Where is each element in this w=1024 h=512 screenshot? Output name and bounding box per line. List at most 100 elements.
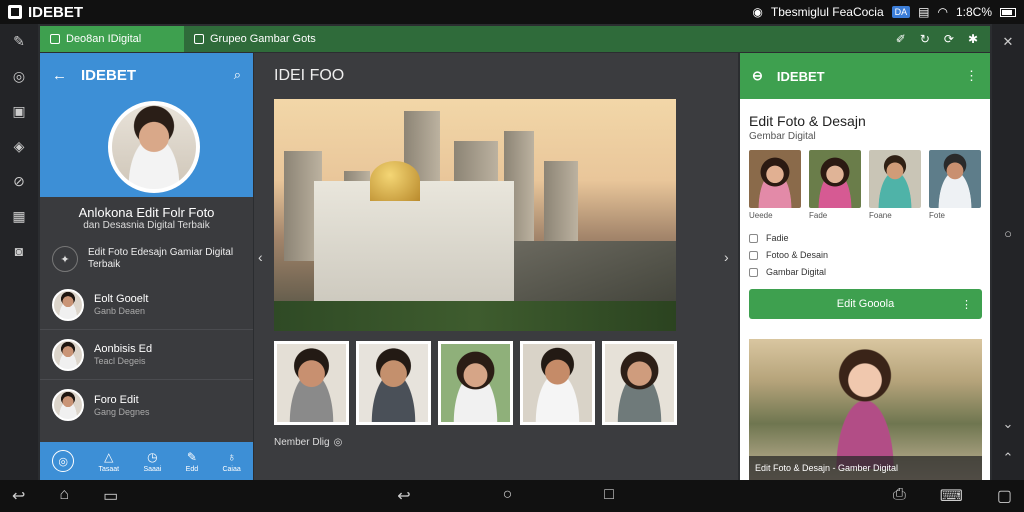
contact-name: Eolt Gooelt [94,293,149,305]
design-toolbar: ⊖ IDEBET ⋮ [740,53,990,99]
tools-icon[interactable]: ✎ [10,32,28,50]
nav-home[interactable]: ◎ [52,450,75,472]
prev-arrow-icon[interactable]: ‹ [258,249,263,265]
checkbox-icon [749,251,758,260]
back-icon[interactable]: ↩ [397,486,410,506]
pen-icon[interactable]: ✐ [896,32,906,46]
editor-title: IDEI FOO [274,67,345,84]
bell-icon: ♁ [227,449,237,464]
grid-item[interactable]: Ueede [749,150,801,220]
info-icon[interactable]: ◎ [334,437,343,448]
tab-actions: ✐ ↻ ⟳ ✱ [896,32,990,46]
profile-app-title: IDEBET [81,66,137,84]
nav-saaai[interactable]: ◷ Saaai [143,450,161,473]
grid-item[interactable]: Foane [869,150,921,220]
battery-icon [1000,7,1016,17]
close-icon[interactable]: ✕ [1003,34,1014,50]
list-item[interactable]: Gambar Digital [749,264,990,281]
recents-icon[interactable]: ▭ [103,486,118,506]
featured-photo[interactable]: Edit Foto & Desajn - Gamber Digital [749,339,982,480]
system-nav-bar: ↩ ⌂ ▭ ↩ ○ □ ⎙ ⌨ ▢ [0,480,1024,512]
print-icon[interactable]: ⎙ [893,486,906,506]
sparkle-icon: ✦ [52,246,78,272]
back-icon[interactable]: ↩ [12,486,25,506]
tab-digital[interactable]: Deo8an IDigital [40,26,184,52]
profile-header: ← IDEBET ⌕ [40,53,253,197]
search-icon[interactable]: ⌕ [234,67,241,83]
option-label: Gambar Digital [766,267,827,277]
keyboard-icon[interactable]: ⌨ [940,486,963,506]
thumbnail[interactable] [438,341,513,425]
triangle-icon: △ [104,449,114,464]
camera-icon[interactable]: ◙ [10,242,28,260]
thumbnail-caption: Nember Dlig ◎ [274,437,342,448]
grid-caption: Fade [809,211,828,220]
nav-label: Edd [185,465,199,473]
home-icon[interactable]: ⌂ [59,486,69,506]
contact-avatar [52,338,84,371]
refresh-icon[interactable]: ↻ [920,32,930,46]
tab-square-icon [194,34,204,44]
next-arrow-icon[interactable]: › [724,249,729,265]
nav-label: Tasaat [98,465,120,473]
design-subtitle: Gembar Digital [749,131,816,142]
contact-avatar [52,389,84,421]
nav-tasaat[interactable]: △ Tasaat [98,450,119,473]
contact-name: Foro Edit [94,393,139,406]
thumbnail[interactable] [520,341,595,425]
clock-icon: ◷ [147,449,158,464]
compass-icon[interactable]: ◎ [10,67,28,85]
list-item[interactable]: Eolt Gooelt Ganb Deaen [40,280,253,330]
tab-bar: Deo8an IDigital Grupeo Gambar Gots ✐ ↻ ⟳… [40,26,990,52]
grid-caption: Foane [869,211,892,220]
more-icon[interactable]: ⋮ [961,298,972,311]
more-icon[interactable]: ⋮ [965,68,978,84]
option-label: Fadie [766,233,789,243]
chevron-down-icon[interactable]: ⌄ [1003,416,1014,432]
layers-icon[interactable]: ◈ [10,137,28,155]
tab-label: Deo8an IDigital [66,33,142,45]
nav-edd[interactable]: ✎ Edd [186,450,198,473]
nav-caiaa[interactable]: ♁ Caiaa [222,450,240,473]
status-indicators: ◉ Tbesmiglul FeaCocia DA ▤ ◠ 1:8C% [752,5,1016,19]
list-item[interactable]: Fadie [749,230,990,247]
settings-icon[interactable]: ✱ [968,32,978,46]
contact-avatar [52,288,84,321]
brush-icon[interactable]: ⊘ [10,172,28,190]
screen-icon[interactable]: ▢ [997,486,1012,506]
main-photo[interactable] [274,99,676,331]
checkbox-icon [749,234,758,243]
list-item[interactable]: Fotoo & Desain [749,247,990,264]
thumbnail-strip [274,341,677,425]
tab-gambar[interactable]: Grupeo Gambar Gots [184,26,326,52]
grid-item[interactable]: Fote [929,150,981,220]
back-arrow-icon[interactable]: ← [52,67,67,84]
nav-label: Caiaa [222,465,241,473]
edit-button-label: Edit Gooola [836,298,895,310]
back-circle-icon[interactable]: ⊖ [752,68,763,84]
home-circle-icon[interactable]: ○ [503,486,513,506]
sync-icon[interactable]: ⟳ [944,32,954,46]
image-icon[interactable]: ▣ [10,102,28,120]
thumbnail[interactable] [274,341,349,425]
brand: IDEBET [8,4,83,21]
thumbnail[interactable] [602,341,677,425]
left-rail: ✎ ◎ ▣ ◈ ⊘ ▦ ◙ [0,24,38,480]
design-app-title: IDEBET [776,68,825,84]
nav-label: Saaai [143,465,162,473]
status-badge: DA [891,6,911,18]
grid-caption: Fote [929,211,946,220]
grid-item[interactable]: Fade [809,150,861,220]
film-icon[interactable]: ▦ [10,207,28,225]
dot-icon[interactable]: ○ [1004,226,1012,241]
recents-icon[interactable]: □ [604,486,614,506]
feature-text: Edit Foto Edesajn Gamiar Digital Terbaik [88,247,234,270]
thumbnail[interactable] [356,341,431,425]
avatar[interactable] [108,101,200,193]
chevron-up-icon[interactable]: ⌃ [1003,450,1014,466]
feature-item[interactable]: ✦ Edit Foto Edesajn Gamiar Digital Terba… [40,238,253,280]
list-item[interactable]: Foro Edit Gang Degnes [40,380,253,430]
home-circle-icon: ◎ [52,450,75,472]
edit-button[interactable]: Edit Gooola ⋮ [749,289,982,319]
list-item[interactable]: Aonbisis Ed Teacl Degeis [40,330,253,380]
